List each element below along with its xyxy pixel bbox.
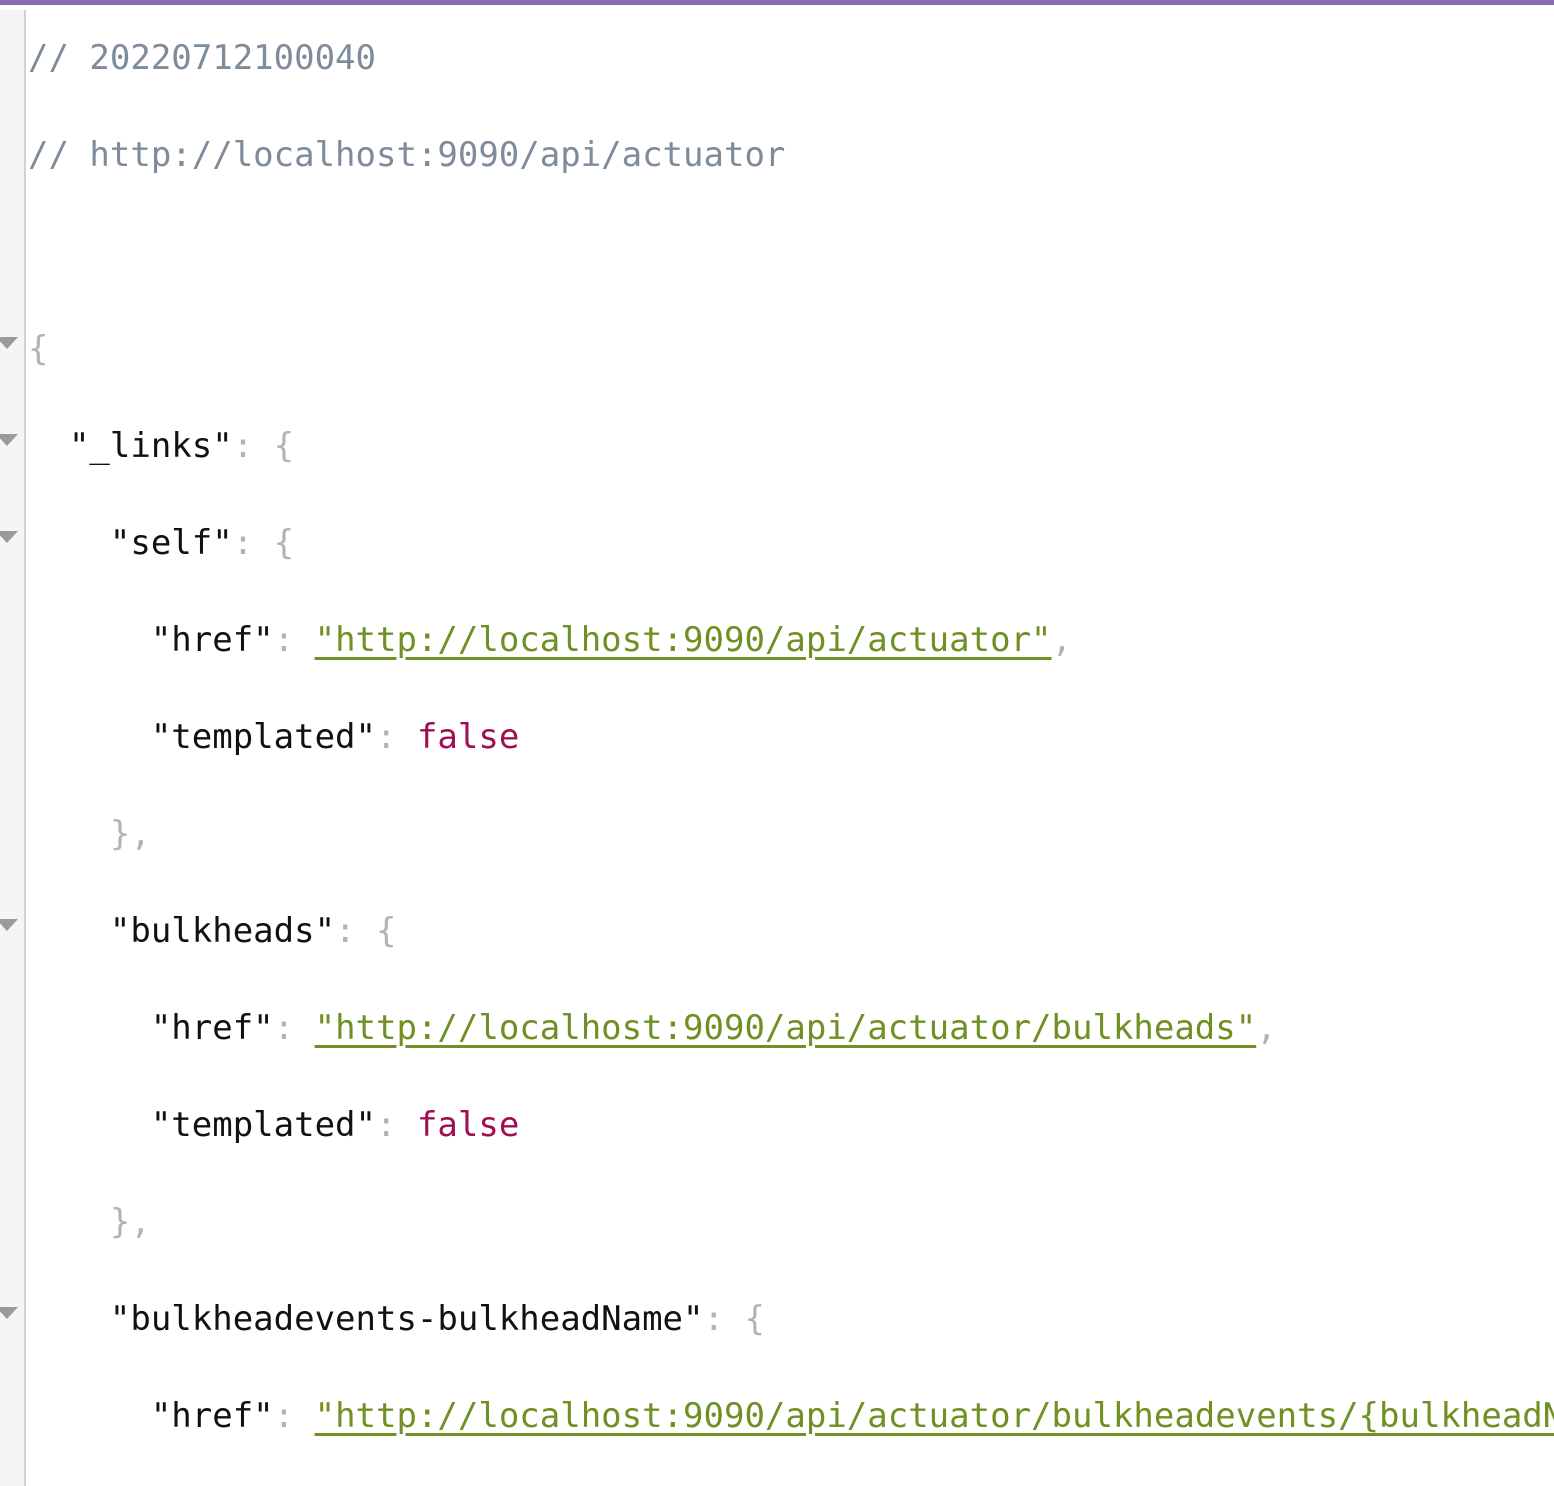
code-line: "_links": { [28,398,1554,495]
code-line: { [28,301,1554,398]
chevron-down-icon [0,337,18,349]
colon: : [273,620,315,660]
code-line: "templated": false [28,689,1554,786]
code-line: }, [28,1174,1554,1271]
fold-triangle-icon[interactable] [0,1307,18,1329]
comma: , [1256,1008,1277,1048]
json-response-viewer: // 20220712100040 // http://localhost:909… [0,0,1554,1486]
colon: : [703,1299,745,1339]
code-line: "href": "http://localhost:9090/api/actua… [28,1368,1554,1465]
fold-triangle-icon[interactable] [0,337,18,359]
fold-triangle-icon[interactable] [0,531,18,553]
colon: : [376,1105,417,1145]
code-line: "bulkheadevents-bulkheadName": { [28,1271,1554,1368]
code-line: // http://localhost:9090/api/actuator [28,107,1554,204]
json-key: "self" [28,523,233,563]
url-link[interactable]: "http://localhost:9090/api/actuator" [315,620,1052,660]
url-link[interactable]: "http://localhost:9090/api/actuator/bulk… [315,1008,1257,1048]
colon: : [376,717,417,757]
chevron-down-icon [0,1307,18,1319]
open-brace: { [273,523,295,563]
fold-gutter[interactable] [0,10,26,1486]
code-line: // 20220712100040 [28,10,1554,107]
chevron-down-icon [0,919,18,931]
code-content[interactable]: // 20220712100040 // http://localhost:909… [28,10,1554,1486]
colon: : [273,1396,315,1436]
close-brace: }, [28,1202,151,1242]
code-line: "href": "http://localhost:9090/api/actua… [28,980,1554,1077]
json-key: "_links" [28,426,233,466]
code-line [28,204,1554,301]
open-brace: { [376,911,397,951]
chevron-down-icon [0,531,18,543]
open-brace: { [744,1299,765,1339]
comma: , [1051,620,1072,660]
code-line: "href": "http://localhost:9090/api/actua… [28,592,1554,689]
fold-triangle-icon[interactable] [0,919,18,941]
code-line: }, [28,786,1554,883]
colon: : [273,1008,315,1048]
json-key: "templated" [28,717,376,757]
close-brace: }, [28,814,151,854]
boolean-value: false [416,1105,520,1145]
json-key: "templated" [28,1105,376,1145]
json-key: "href" [28,1396,274,1436]
colon: : [232,426,274,466]
json-key: "bulkheads" [28,911,336,951]
fold-triangle-icon[interactable] [0,434,18,456]
json-key: "bulkheadevents-bulkheadName" [28,1299,704,1339]
chevron-down-icon [0,434,18,446]
comment-text: // http://localhost:9090/api/actuator [28,135,786,175]
colon: : [335,911,376,951]
json-key: "href" [28,620,274,660]
open-brace: { [273,426,295,466]
code-line: "templated": false [28,1077,1554,1174]
code-line: "bulkheads": { [28,883,1554,980]
colon: : [232,523,274,563]
url-link[interactable]: "http://localhost:9090/api/actuator/bulk… [315,1396,1554,1436]
code-line: "templated": true [28,1465,1554,1486]
boolean-value: false [416,717,520,757]
json-key: "href" [28,1008,274,1048]
open-brace: { [28,329,49,369]
code-line: "self": { [28,495,1554,592]
comment-text: // 20220712100040 [28,38,376,78]
